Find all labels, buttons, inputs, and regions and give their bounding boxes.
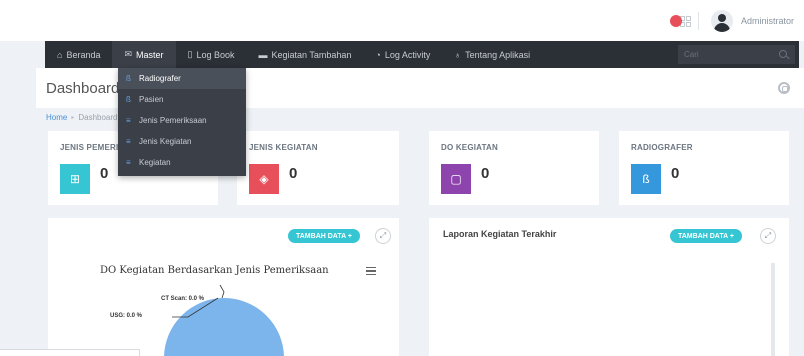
avatar[interactable] [710,10,733,32]
menu-item-label: Kegiatan [139,158,171,167]
menu-item-label: Jenis Kegiatan [139,137,192,146]
search-icon[interactable] [779,50,787,58]
stat-label: DO KEGIATAN [441,143,499,152]
menu-item-label: Radiografer [139,74,181,83]
pie-connector-ct [219,284,225,299]
nav-item-label: Beranda [66,49,101,60]
nav-search-box [678,45,795,64]
nav-item-beranda[interactable]: ⌂ Beranda [45,41,112,68]
pie-slice[interactable] [164,298,284,356]
menu-item-jenis-pemeriksaan[interactable]: ≡ Jenis Pemeriksaan [118,110,246,131]
nav-item-kegiatan-tambahan[interactable]: ▬ Kegiatan Tambahan [247,41,364,68]
breadcrumb-separator-icon: ▸ [71,115,75,121]
home-icon: ⌂ [57,49,63,60]
bottom-tab [0,349,140,356]
nav-item-log-activity[interactable]: ◔ Log Activity [363,41,442,68]
layers-icon: ◈ [249,164,279,194]
list-icon: ≡ [126,158,131,167]
nav-item-label: Master [136,49,164,60]
nav-item-log-book[interactable]: ▯ Log Book [176,41,247,68]
menu-item-jenis-kegiatan[interactable]: ≡ Jenis Kegiatan [118,131,246,152]
main-nav: ⌂ Beranda ✉ Master ▯ Log Book ▬ Kegiatan… [45,41,799,68]
chart-menu-icon[interactable] [366,267,376,275]
nav-item-label: Log Book [196,49,235,60]
notification-bell[interactable] [669,13,692,29]
menu-item-label: Jenis Pemeriksaan [139,116,207,125]
avatar-body [713,23,730,32]
document-icon: ▢ [441,164,471,194]
users-icon: ß [126,74,131,83]
stat-label: JENIS KEGIATAN [249,143,318,152]
recent-activity-panel: Laporan Kegiatan Terakhir TAMBAH DATA + … [429,218,789,356]
nav-item-label: Tentang Aplikasi [465,49,531,60]
stat-value: 0 [671,165,680,182]
bulb-icon: ♁ [454,49,462,60]
master-dropdown-menu: ß Radiografer ß Pasien ≡ Jenis Pemeriksa… [118,68,246,176]
menu-item-pasien[interactable]: ß Pasien [118,89,246,110]
breadcrumb: Home ▸ Dashboard [46,113,118,122]
nav-item-master[interactable]: ✉ Master [112,41,176,68]
stat-card-jenis-kegiatan[interactable]: JENIS KEGIATAN ◈ 0 [237,131,399,205]
pie-label-usg: USG: 0.0 % [110,313,143,319]
stat-card-radiografer[interactable]: RADIOGRAFER ß 0 [619,131,789,205]
users-icon: ß [126,95,131,104]
chart-title: DO Kegiatan Berdasarkan Jenis Pemeriksaa… [100,265,329,276]
notification-badge [669,15,682,27]
list-icon: ≡ [126,116,131,125]
breadcrumb-current: Dashboard [78,113,118,122]
avatar-head [717,14,726,22]
top-header: Administrator [0,0,804,41]
username[interactable]: Administrator [741,16,794,26]
nav-item-tentang-aplikasi[interactable]: ♁ Tentang Aplikasi [442,41,542,68]
panel-title: Laporan Kegiatan Terakhir [443,229,557,239]
nav-item-label: Log Activity [384,49,431,60]
rss-icon: ◔ [375,49,381,60]
stat-value: 0 [481,165,490,182]
expand-icon[interactable]: ⤢ [375,228,391,244]
menu-item-kegiatan[interactable]: ≡ Kegiatan [118,152,246,173]
pie-label-ct-scan: CT Scan: 0.0 % [161,296,205,302]
expand-icon[interactable]: ⤢ [760,228,776,244]
add-data-button[interactable]: TAMBAH DATA + [670,229,742,243]
header-divider [697,12,699,30]
pie-chart [164,284,284,356]
stat-card-do-kegiatan[interactable]: DO KEGIATAN ▢ 0 [429,131,599,205]
menu-item-label: Pasien [139,95,164,104]
scrollbar[interactable] [771,263,775,356]
gear-icon[interactable] [778,82,790,94]
stat-value: 0 [100,165,109,182]
add-data-button[interactable]: TAMBAH DATA + [288,229,360,243]
users-icon: ß [631,164,661,194]
header-user-area: Administrator [669,9,794,33]
stat-value: 0 [289,165,298,182]
mail-icon: ✉ [124,49,133,59]
car-icon: ▬ [258,49,268,60]
page-title: Dashboard [46,80,120,97]
breadcrumb-home[interactable]: Home [46,113,67,122]
list-icon: ≡ [126,137,131,146]
nav-item-label: Kegiatan Tambahan [271,49,352,60]
search-input[interactable] [678,45,768,64]
medkit-icon: ⊞ [60,164,90,194]
stat-label: RADIOGRAFER [631,143,693,152]
book-icon: ▯ [187,49,193,59]
menu-item-radiografer[interactable]: ß Radiografer [118,68,246,89]
